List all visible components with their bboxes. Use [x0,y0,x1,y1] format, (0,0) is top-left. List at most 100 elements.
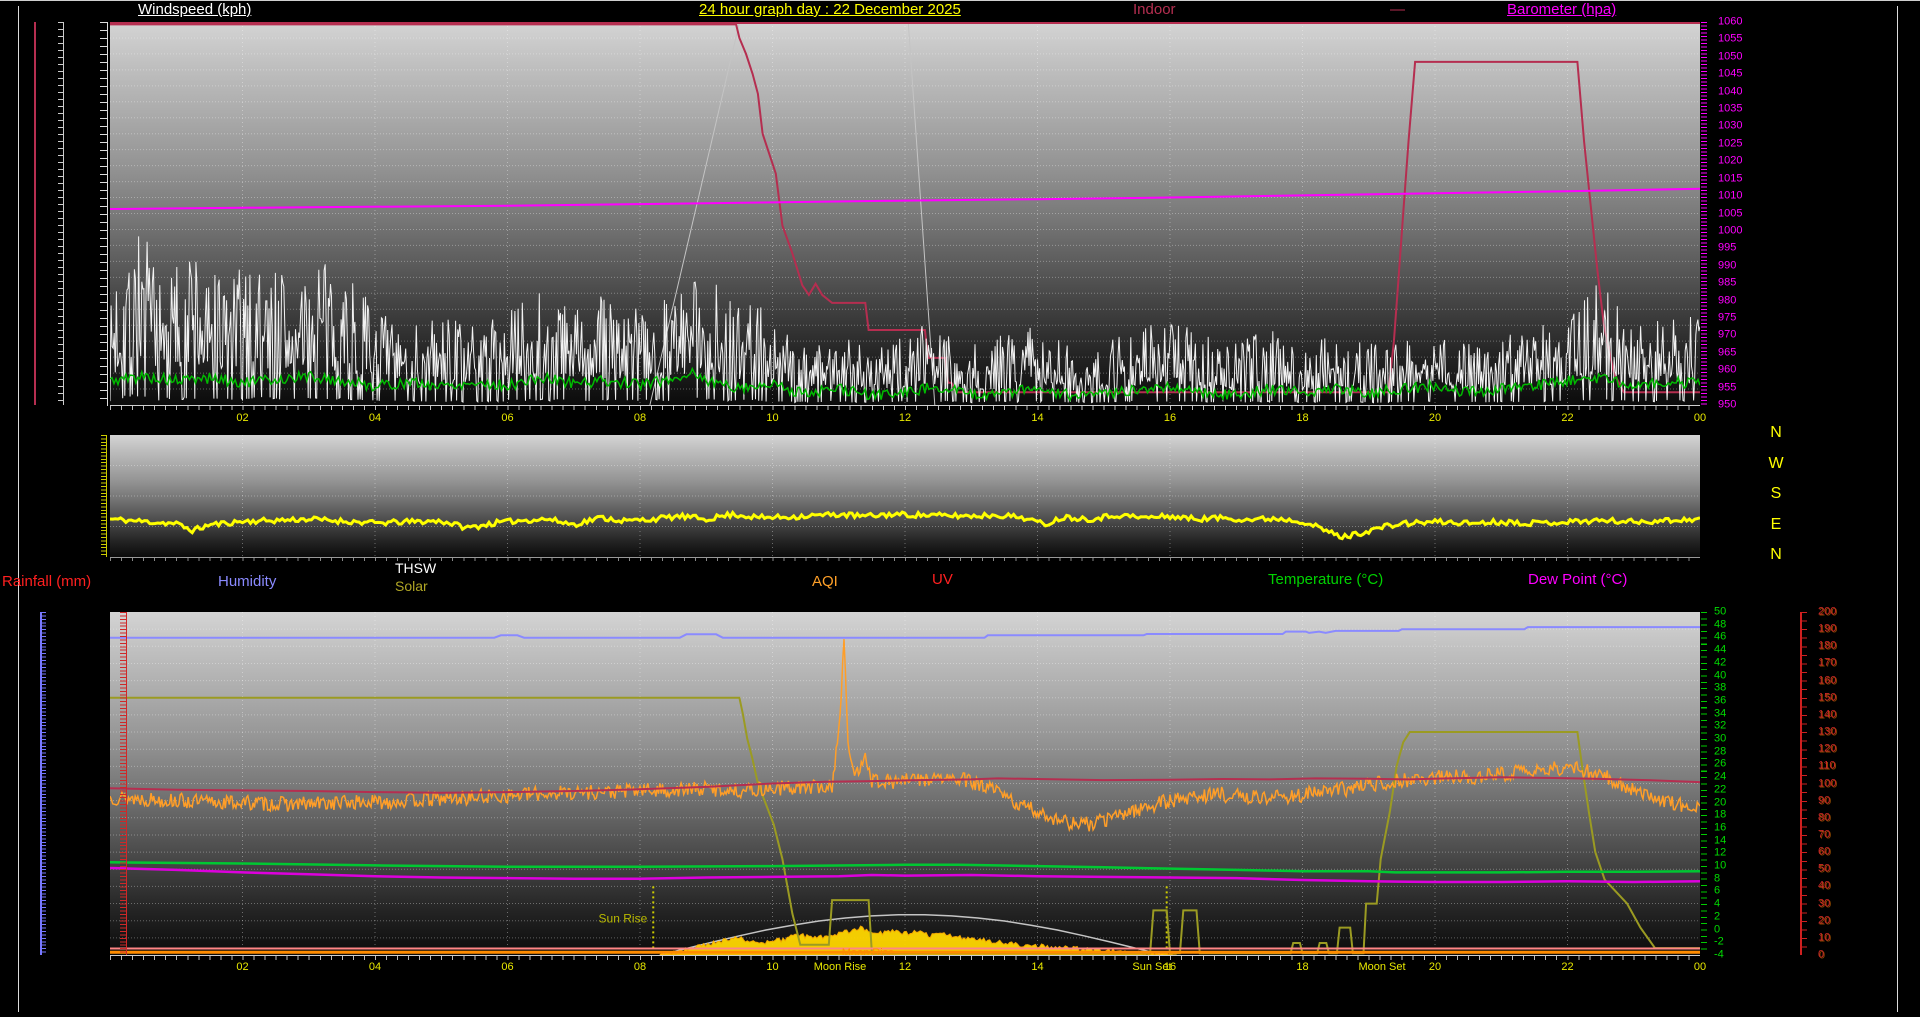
temp-axis-label: 12 [1714,846,1727,859]
uv-aqi-axis-label: 120 [1818,742,1837,755]
temp-axis-ticks [1701,612,1707,955]
top-hour-label: 00 [1693,412,1707,424]
temp-axis-label: 28 [1714,745,1727,758]
indoor-axis-ticks [58,22,63,405]
frame-left-line [18,6,19,1012]
uv-aqi-axis-label: 50 [1818,862,1831,875]
top-x-axis-ticks [110,406,1700,410]
barometer-axis-label: 1050 [1718,50,1743,63]
windspeed-svg [110,22,1700,405]
multi-svg: Sun Rise [110,612,1700,955]
temp-axis-label: 48 [1714,618,1727,631]
indoor-label: Indoor [1133,1,1176,18]
barometer-axis-label: 960 [1718,363,1737,376]
series-aqi [110,639,1700,833]
temp-axis-label: 26 [1714,757,1727,770]
humidity-axis-ticks [42,612,46,955]
windspeed-axis-ticks [100,22,107,405]
top-hour-label: 04 [368,412,382,424]
wind-dir-x-axis-ticks [110,558,1700,561]
temp-axis-label: 24 [1714,770,1727,783]
temp-axis-label: 40 [1714,669,1727,682]
uv-aqi-axis-label: 160 [1818,674,1837,687]
uv-aqi-axis-ticks [1802,612,1807,955]
moon-set-label: Moon Set [1358,961,1406,973]
uv-aqi-axis-label: 200 [1818,605,1837,618]
temp-axis-label: 46 [1714,630,1727,643]
uv-aqi-axis-label: 180 [1818,639,1837,652]
barometer-axis-label: 1035 [1718,102,1743,115]
temp-axis-label: -2 [1714,935,1724,948]
indoor-axis-ruler [63,22,64,405]
uv-aqi-axis-label: 0 [1818,948,1825,961]
page-title: 24 hour graph day : 22 December 2025 [699,1,961,18]
legend-temperature: Temperature (°C) [1268,571,1384,588]
temp-axis-label: -4 [1714,948,1724,961]
barometer-axis-label: 955 [1718,381,1737,394]
top-hour-label: 02 [236,412,249,424]
temp-axis-label: 16 [1714,821,1727,834]
wind-dir-axis-line [106,435,107,557]
legend-uv: UV [932,571,953,588]
temp-axis-label: 8 [1714,872,1721,885]
temp-axis-label: 2 [1714,910,1721,923]
top-hour-label: 14 [1031,412,1044,424]
barometer-axis-label: 995 [1718,241,1737,254]
temp-axis-label: 34 [1714,707,1727,720]
compass-letter-s-2: S [1770,485,1782,502]
legend-aqi: AQI [812,573,838,590]
bottom-hour-label: 04 [368,961,382,973]
temp-axis-label: 20 [1714,796,1727,809]
compass-letter-w-1: W [1768,454,1784,472]
barometer-axis-label: 970 [1718,328,1737,341]
uv-aqi-axis-label: 30 [1818,897,1831,910]
uv-aqi-axis-label: 10 [1818,931,1831,944]
temp-axis-label: 32 [1714,719,1727,732]
barometer-title: Barometer (hpa) [1507,1,1617,18]
barometer-axis-ticks [1701,22,1707,405]
temp-axis-label: 30 [1714,732,1727,745]
series-indoor-step [110,23,1700,394]
sun-rise-marker-label: Sun Rise [599,911,648,925]
temp-axis-label: 36 [1714,694,1727,707]
barometer-axis-label: 975 [1718,311,1737,324]
uv-aqi-axis-label: 60 [1818,845,1831,858]
wind-direction-chart [110,435,1700,557]
legend-solar: Solar [395,578,428,594]
bottom-hour-label: 20 [1428,961,1442,973]
compass-letter-e-3: E [1770,515,1782,533]
bottom-hour-label: 02 [236,961,249,973]
temp-axis-label: 0 [1714,923,1721,936]
top-hour-label: 08 [633,412,647,424]
sun-set-label: Sun Set [1132,961,1172,973]
temp-axis-label: 38 [1714,681,1727,694]
frame-right-line [1897,6,1898,1012]
legend-thsw: THSW [395,560,437,576]
temp-axis-label: 4 [1714,897,1721,910]
barometer-axis-label: 965 [1718,346,1737,359]
windspeed-chart [110,22,1700,405]
bottom-x-axis-ticks [110,956,1700,960]
bottom-hour-label: 18 [1296,961,1309,973]
indoor-axis-line [34,22,36,405]
weather-graph-screen: Windspeed (kph) 24 hour graph day : 22 D… [0,0,1920,1017]
compass-letter-n-4: N [1770,546,1782,563]
barometer-axis-label: 1000 [1718,224,1743,237]
windspeed-title: Windspeed (kph) [138,1,252,18]
uv-aqi-axis-label: 70 [1818,828,1831,841]
temp-axis-label: 6 [1714,884,1721,897]
uv-aqi-axis-label: 140 [1818,708,1837,721]
barometer-axis-label: 1005 [1718,207,1743,219]
uv-aqi-axis-label: 90 [1818,794,1831,807]
temp-axis-label: 18 [1714,808,1727,821]
bottom-hour-label: 08 [633,961,647,973]
barometer-axis-label: 1060 [1718,15,1743,28]
indoor-dash: — [1390,1,1405,18]
barometer-axis-label: 1010 [1718,189,1743,202]
legend-humidity: Humidity [218,573,277,590]
temp-axis-label: 50 [1714,605,1727,618]
temp-axis-label: 44 [1714,643,1727,656]
series-solar-area [659,925,1177,955]
series-wind-direction [110,509,1700,541]
uv-aqi-axis-label: 150 [1818,691,1837,704]
